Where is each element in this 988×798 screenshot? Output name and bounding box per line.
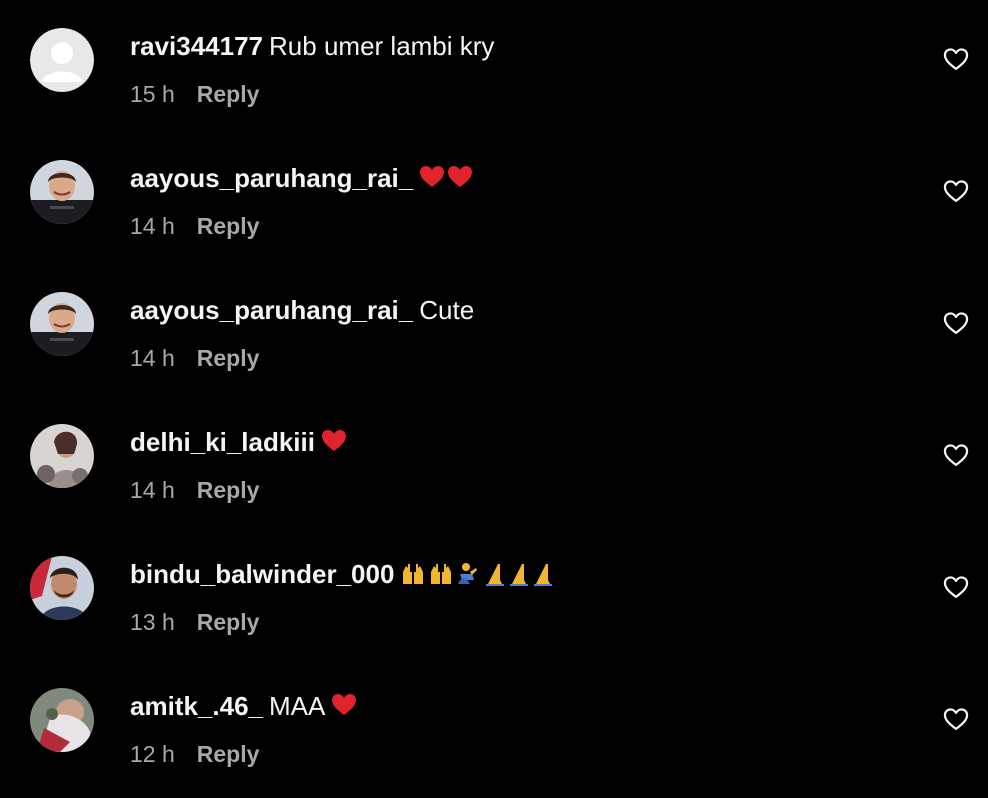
comment-item: ravi344177 Rub umer lambi kry 15 h Reply — [0, 28, 988, 138]
comment-text: Rub umer lambi kry — [269, 31, 495, 61]
heart-outline-icon — [943, 576, 969, 599]
heart-outline-icon — [943, 708, 969, 731]
heart-emoji — [321, 427, 347, 457]
comment-line: aayous_paruhang_rai_ Cute — [130, 294, 474, 326]
reply-button[interactable]: Reply — [197, 609, 260, 635]
comment-item: bindu_balwinder_000 13 h Reply — [0, 556, 988, 666]
user-photo-icon — [30, 292, 94, 356]
like-button[interactable] — [942, 573, 970, 601]
comment-line: amitk_.46_ MAA — [130, 690, 357, 722]
avatar[interactable] — [30, 292, 94, 356]
avatar[interactable] — [30, 28, 94, 92]
comment-text: Cute — [419, 295, 475, 325]
comment-item: aayous_paruhang_rai_ Cute 14 h Reply — [0, 292, 988, 402]
comment-meta: 15 h Reply — [130, 80, 259, 108]
like-button[interactable] — [942, 705, 970, 733]
comment-meta: 12 h Reply — [130, 740, 259, 768]
comment-line: aayous_paruhang_rai_ — [130, 162, 473, 194]
red-heart-emoji-icon — [332, 694, 357, 715]
emoji-sequence — [400, 559, 570, 589]
comment-timestamp: 15 h — [130, 81, 175, 107]
raised-hands-praying-emoji-icon — [403, 563, 553, 586]
comment-text: MAA — [268, 691, 326, 721]
reply-button[interactable]: Reply — [197, 345, 260, 371]
heart-outline-icon — [943, 180, 969, 203]
user-photo-icon — [30, 160, 94, 224]
like-button[interactable] — [942, 45, 970, 73]
comment-item: amitk_.46_ MAA 12 h Reply — [0, 688, 988, 798]
reply-button[interactable]: Reply — [197, 213, 260, 239]
comment-username[interactable]: aayous_paruhang_rai_ — [130, 295, 413, 325]
comment-username[interactable]: bindu_balwinder_000 — [130, 559, 394, 589]
user-photo-icon — [30, 688, 94, 752]
reply-button[interactable]: Reply — [197, 741, 260, 767]
comment-list: ravi344177 Rub umer lambi kry 15 h Reply a… — [0, 0, 988, 786]
user-photo-icon — [30, 424, 94, 488]
comment-timestamp: 14 h — [130, 477, 175, 503]
comment-line: bindu_balwinder_000 — [130, 558, 570, 590]
heart-outline-icon — [943, 312, 969, 335]
avatar[interactable] — [30, 556, 94, 620]
heart-outline-icon — [943, 444, 969, 467]
comment-username[interactable]: amitk_.46_ — [130, 691, 263, 721]
user-photo-icon — [30, 556, 94, 620]
heart-emoji-pair — [419, 163, 473, 193]
comment-username[interactable]: delhi_ki_ladkiii — [130, 427, 315, 457]
comment-line: ravi344177 Rub umer lambi kry — [130, 30, 494, 62]
comment-meta: 14 h Reply — [130, 476, 259, 504]
heart-outline-icon — [943, 48, 969, 71]
like-button[interactable] — [942, 177, 970, 205]
comment-username[interactable]: ravi344177 — [130, 31, 263, 61]
comment-meta: 14 h Reply — [130, 344, 259, 372]
like-button[interactable] — [942, 441, 970, 469]
default-avatar-icon — [30, 28, 94, 92]
comment-meta: 14 h Reply — [130, 212, 259, 240]
comment-item: delhi_ki_ladkiii 14 h Reply — [0, 424, 988, 534]
comment-username[interactable]: aayous_paruhang_rai_ — [130, 163, 413, 193]
comment-meta: 13 h Reply — [130, 608, 259, 636]
avatar[interactable] — [30, 424, 94, 488]
heart-emoji — [331, 691, 357, 721]
comment-timestamp: 14 h — [130, 213, 175, 239]
red-heart-emoji-icon — [321, 430, 346, 451]
reply-button[interactable]: Reply — [197, 477, 260, 503]
avatar[interactable] — [30, 160, 94, 224]
avatar[interactable] — [30, 688, 94, 752]
like-button[interactable] — [942, 309, 970, 337]
comment-timestamp: 14 h — [130, 345, 175, 371]
comment-item: aayous_paruhang_rai_ 14 h Reply — [0, 160, 988, 270]
reply-button[interactable]: Reply — [197, 81, 260, 107]
comment-line: delhi_ki_ladkiii — [130, 426, 347, 458]
red-heart-emoji-icon — [420, 166, 473, 187]
comment-timestamp: 12 h — [130, 741, 175, 767]
comment-timestamp: 13 h — [130, 609, 175, 635]
